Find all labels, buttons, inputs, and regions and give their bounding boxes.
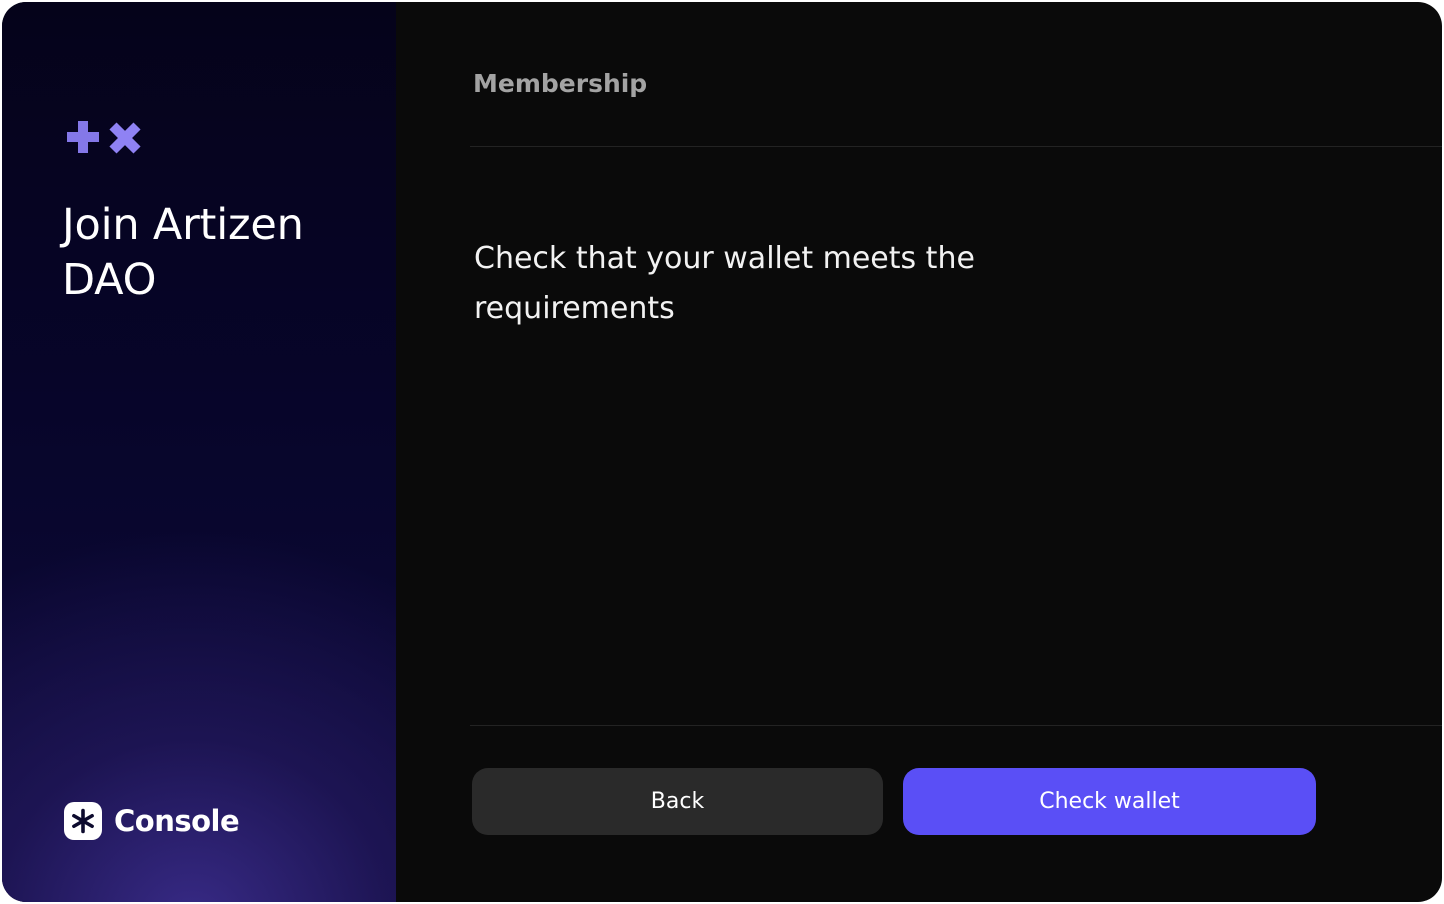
header-divider <box>470 146 1442 147</box>
join-dao-title: Join Artizen DAO <box>62 200 304 305</box>
console-brand-name: Console <box>114 804 240 838</box>
wallet-requirements-text: Check that your wallet meets the require… <box>474 241 975 326</box>
section-title: Membership <box>473 69 648 98</box>
modal-window: Join Artizen DAO Console Membership Chec… <box>2 2 1442 902</box>
asterisk-icon <box>64 802 102 840</box>
check-wallet-button[interactable]: Check wallet <box>903 768 1316 835</box>
artizen-logo-icon <box>67 121 141 154</box>
back-button[interactable]: Back <box>472 768 883 835</box>
footer-divider <box>470 725 1442 726</box>
sidebar-panel: Join Artizen DAO Console <box>2 2 396 902</box>
console-logo: Console <box>64 802 240 840</box>
